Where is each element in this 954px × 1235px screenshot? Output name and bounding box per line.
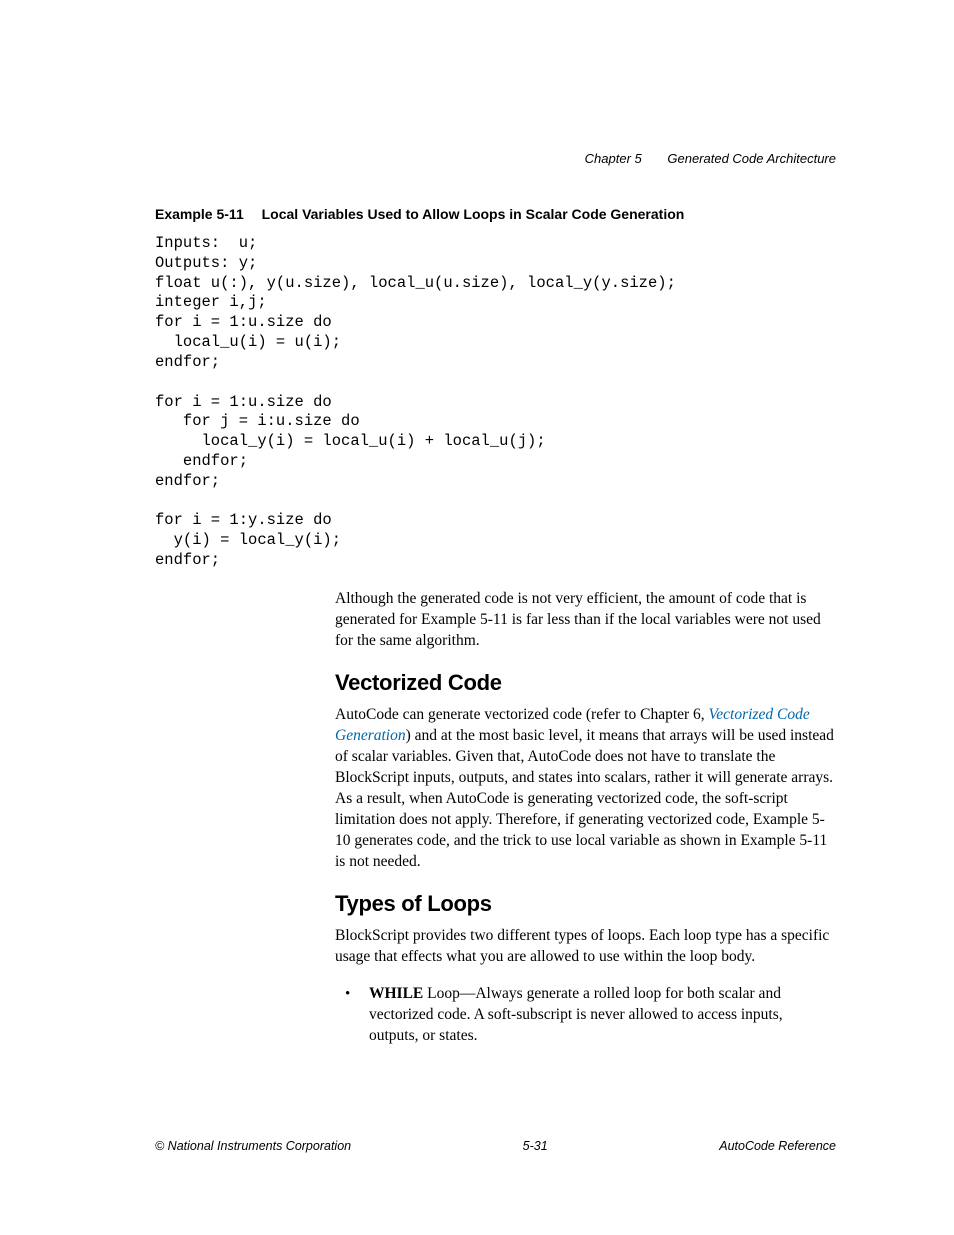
example-code: Inputs: u; Outputs: y; float u(:), y(u.s… [155, 234, 836, 571]
footer-center: 5-31 [523, 1138, 548, 1155]
example-title-text: Local Variables Used to Allow Loops in S… [262, 206, 685, 222]
paragraph-after-example: Although the generated code is not very … [335, 589, 836, 652]
bullet-while-rest: Loop—Always generate a rolled loop for b… [369, 985, 783, 1044]
chapter-title: Generated Code Architecture [667, 151, 836, 166]
vectorized-text-before: AutoCode can generate vectorized code (r… [335, 706, 709, 723]
footer-right: AutoCode Reference [719, 1138, 836, 1155]
list-item: WHILE Loop—Always generate a rolled loop… [335, 984, 836, 1047]
page: Chapter 5 Generated Code Architecture Ex… [0, 0, 954, 1235]
page-header: Chapter 5 Generated Code Architecture [585, 150, 836, 168]
chapter-label: Chapter 5 [585, 151, 642, 166]
paragraph-loops-intro: BlockScript provides two different types… [335, 926, 836, 968]
example-caption: Example 5-11 Local Variables Used to All… [155, 205, 836, 224]
bullet-while-strong: WHILE [369, 985, 423, 1002]
heading-types-of-loops: Types of Loops [335, 889, 836, 919]
example-label: Example 5-11 [155, 206, 244, 222]
body-column: Although the generated code is not very … [335, 589, 836, 1047]
footer-left: © National Instruments Corporation [155, 1138, 351, 1155]
paragraph-vectorized: AutoCode can generate vectorized code (r… [335, 705, 836, 872]
heading-vectorized-code: Vectorized Code [335, 668, 836, 698]
loops-bullet-list: WHILE Loop—Always generate a rolled loop… [335, 984, 836, 1047]
page-footer: © National Instruments Corporation 5-31 … [155, 1138, 836, 1155]
vectorized-text-after: ) and at the most basic level, it means … [335, 727, 834, 870]
